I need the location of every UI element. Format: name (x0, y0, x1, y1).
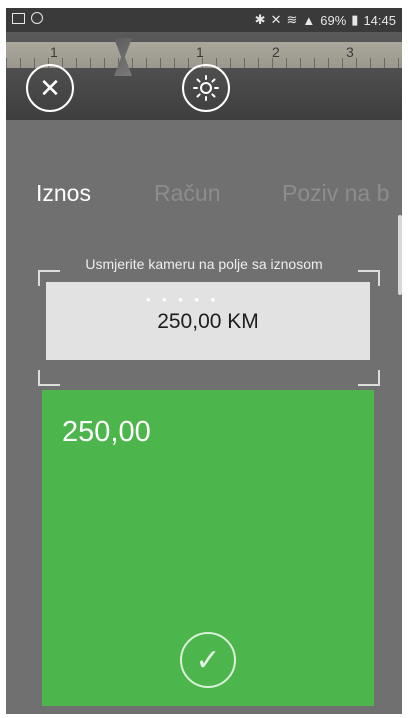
tab-bar: Iznos Račun Poziv na b (6, 180, 402, 220)
tab-iznos[interactable]: Iznos (36, 180, 91, 207)
wifi-icon: ≋ (286, 12, 298, 27)
scan-progress-dots: • • • • • (146, 292, 220, 307)
ruler-number: 1 (50, 44, 58, 60)
status-bar: ✱ ✕ ≋ ▲ 69% ▮ 14:45 (6, 8, 402, 32)
result-value: 250,00 (62, 416, 151, 448)
ruler-number: 2 (272, 44, 280, 60)
bluetooth-icon: ✱ (254, 12, 266, 27)
clock: 14:45 (363, 12, 396, 28)
result-card[interactable]: 250,00 ✓ (42, 390, 374, 706)
scrollbar[interactable] (398, 215, 402, 295)
captured-amount: 250,00 KM (157, 310, 259, 333)
tab-racun[interactable]: Račun (154, 180, 220, 207)
scanner-panel: Iznos Račun Poziv na b Usmjerite kameru … (6, 120, 402, 714)
viewfinder-corner (358, 370, 380, 386)
battery-icon: ▮ (351, 12, 359, 27)
close-icon: ✕ (39, 72, 61, 103)
flash-button[interactable] (182, 64, 230, 112)
app-screen: ✱ ✕ ≋ ▲ 69% ▮ 14:45 1 1 2 3 ✕ Iznos Raču… (6, 8, 402, 714)
ruler-number: 1 (196, 44, 204, 60)
tab-poziv-na-broj[interactable]: Poziv na b (282, 180, 389, 207)
mute-icon: ✕ (270, 12, 282, 27)
check-icon: ✓ (195, 643, 221, 677)
scan-viewfinder: • • • • • 250,00 KM (46, 282, 370, 360)
battery-percent: 69% (320, 12, 347, 28)
whatsapp-icon (31, 12, 43, 24)
scan-hint: Usmjerite kameru na polje sa iznosom (85, 256, 323, 272)
brightness-icon (193, 75, 219, 101)
picture-icon (12, 12, 25, 24)
signal-icon: ▲ (302, 12, 316, 28)
viewfinder-corner (38, 370, 60, 386)
close-button[interactable]: ✕ (26, 64, 74, 112)
confirm-button[interactable]: ✓ (180, 632, 236, 688)
ruler-number: 3 (346, 44, 354, 60)
